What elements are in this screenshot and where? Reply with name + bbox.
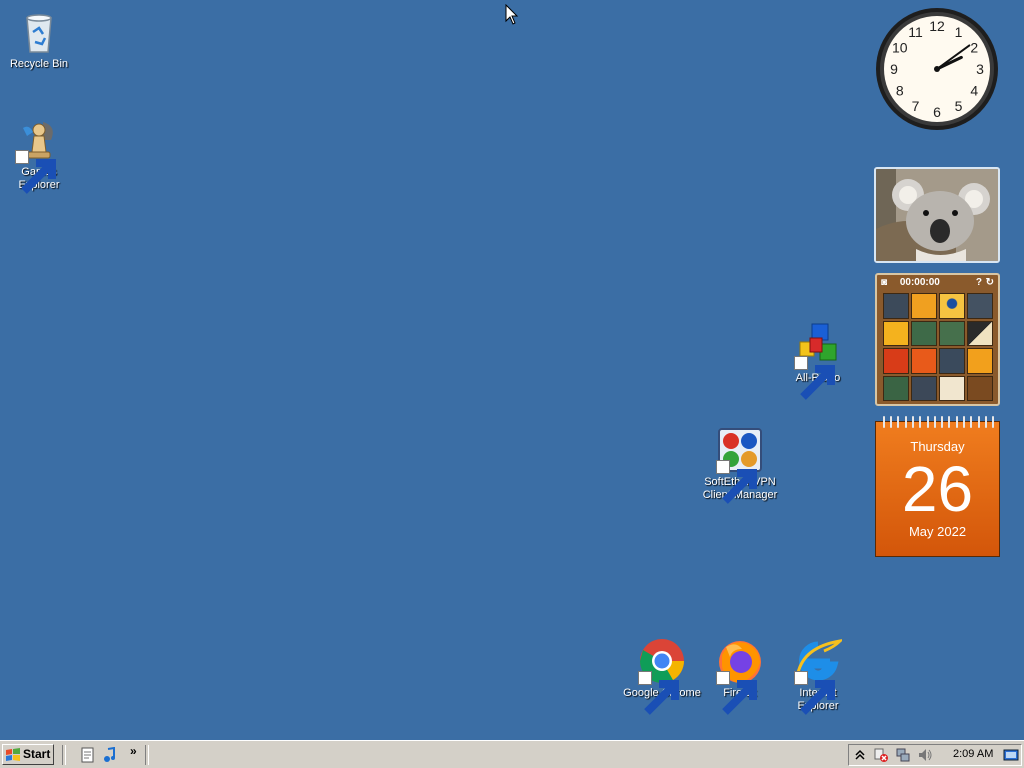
- clock-gadget[interactable]: 12 1 2 3 4 5 6 7 8 9 10 11: [874, 6, 1000, 132]
- security-alert-icon[interactable]: [873, 747, 889, 763]
- firefox-logo-icon: [716, 637, 764, 715]
- network-icon[interactable]: [895, 747, 911, 763]
- start-button[interactable]: Start: [2, 744, 54, 765]
- puzzle-shuffle-icon[interactable]: ↻: [986, 275, 994, 291]
- puzzle-tile[interactable]: [883, 320, 909, 346]
- google-chrome-icon[interactable]: Google Chrome: [619, 637, 705, 715]
- puzzle-grid: [883, 293, 993, 401]
- notification-icon[interactable]: [1003, 747, 1019, 763]
- calendar-rings: [876, 416, 1001, 428]
- show-hidden-icons-chevron-icon[interactable]: [852, 747, 868, 763]
- clock-numeral: 11: [908, 24, 923, 40]
- taskbar-divider: [62, 745, 66, 765]
- puzzle-tile[interactable]: [939, 293, 965, 319]
- puzzle-tile[interactable]: [911, 348, 937, 374]
- clock-numeral: 7: [912, 98, 920, 114]
- puzzle-peek-icon[interactable]: ◙: [881, 277, 887, 288]
- shortcut-arrow-icon: [15, 150, 56, 194]
- start-label: Start: [23, 747, 51, 761]
- puzzle-tile[interactable]: [967, 320, 993, 346]
- shortcut-arrow-icon: [794, 671, 835, 715]
- chrome-logo-icon: [638, 637, 686, 715]
- windows-logo-icon: [6, 747, 20, 761]
- puzzle-tile[interactable]: [939, 375, 965, 401]
- shortcut-arrow-icon: [716, 671, 757, 715]
- clock-numeral: 12: [929, 18, 945, 34]
- mouse-cursor-icon: [505, 4, 519, 25]
- puzzle-tile[interactable]: [967, 293, 993, 319]
- system-tray: 2:09 AM: [848, 744, 1022, 766]
- calendar-month-year: May 2022: [908, 524, 967, 539]
- clock-numeral: 2: [970, 40, 978, 56]
- show-desktop-icon[interactable]: [80, 747, 96, 763]
- clock-numeral: 6: [933, 104, 941, 120]
- recycle-bin-label: Recycle Bin: [9, 58, 69, 70]
- taskbar: Start » 2:09 AM: [0, 740, 1024, 768]
- puzzle-tile[interactable]: [939, 320, 965, 346]
- recycle-bin-icon[interactable]: Recycle Bin: [0, 8, 82, 71]
- calendar-day-of-week: Thursday: [910, 439, 965, 454]
- shortcut-arrow-icon: [716, 460, 757, 504]
- slideshow-gadget[interactable]: [874, 167, 1000, 263]
- clock-numeral: 3: [976, 61, 984, 77]
- puzzle-toolbar: ◙ 00:00:00 ? ↻: [877, 275, 998, 291]
- clock-numeral: 9: [890, 61, 898, 77]
- internet-explorer-icon[interactable]: Internet Explorer: [775, 637, 861, 715]
- games-explorer-icon[interactable]: Games Explorer: [0, 116, 82, 194]
- puzzle-empty-tile[interactable]: [967, 375, 993, 401]
- softether-vpn-icon[interactable]: SoftEther VPN Client Manager: [697, 426, 783, 504]
- puzzle-help-icon[interactable]: ?: [976, 275, 982, 291]
- trash-icon: [15, 8, 63, 56]
- quick-launch-chevron[interactable]: »: [130, 744, 137, 758]
- calendar-gadget[interactable]: Thursday 26 May 2022: [875, 416, 1000, 557]
- chess-pawn-icon: [15, 116, 63, 194]
- ie-logo-icon: [794, 637, 842, 715]
- taskbar-divider: [145, 745, 149, 765]
- calendar-day-number: 26: [901, 453, 974, 525]
- taskbar-clock[interactable]: 2:09 AM: [953, 748, 993, 760]
- puzzle-tile[interactable]: [883, 293, 909, 319]
- clock-numeral: 5: [955, 98, 963, 114]
- volume-icon[interactable]: [917, 747, 933, 763]
- puzzle-tile[interactable]: [883, 348, 909, 374]
- clock-numeral: 1: [955, 24, 963, 40]
- puzzle-tile[interactable]: [883, 375, 909, 401]
- colored-cubes-icon: [794, 322, 842, 400]
- puzzle-tile[interactable]: [911, 320, 937, 346]
- media-player-icon[interactable]: [102, 747, 118, 763]
- puzzle-timer: 00:00:00: [899, 277, 940, 288]
- firefox-icon[interactable]: Firefox: [697, 637, 783, 715]
- all-radio-icon[interactable]: All-Radio: [775, 322, 861, 400]
- puzzle-tile[interactable]: [939, 348, 965, 374]
- puzzle-tile[interactable]: [967, 348, 993, 374]
- clock-numeral: 10: [892, 40, 908, 56]
- puzzle-tile[interactable]: [911, 375, 937, 401]
- koala-photo: [876, 169, 998, 261]
- puzzle-tile[interactable]: [911, 293, 937, 319]
- softether-balls-icon: [716, 426, 764, 504]
- clock-numeral: 4: [970, 83, 978, 99]
- clock-numeral: 8: [896, 83, 904, 99]
- shortcut-arrow-icon: [794, 356, 835, 400]
- picture-puzzle-gadget[interactable]: ◙ 00:00:00 ? ↻: [875, 273, 1000, 406]
- shortcut-arrow-icon: [638, 671, 679, 715]
